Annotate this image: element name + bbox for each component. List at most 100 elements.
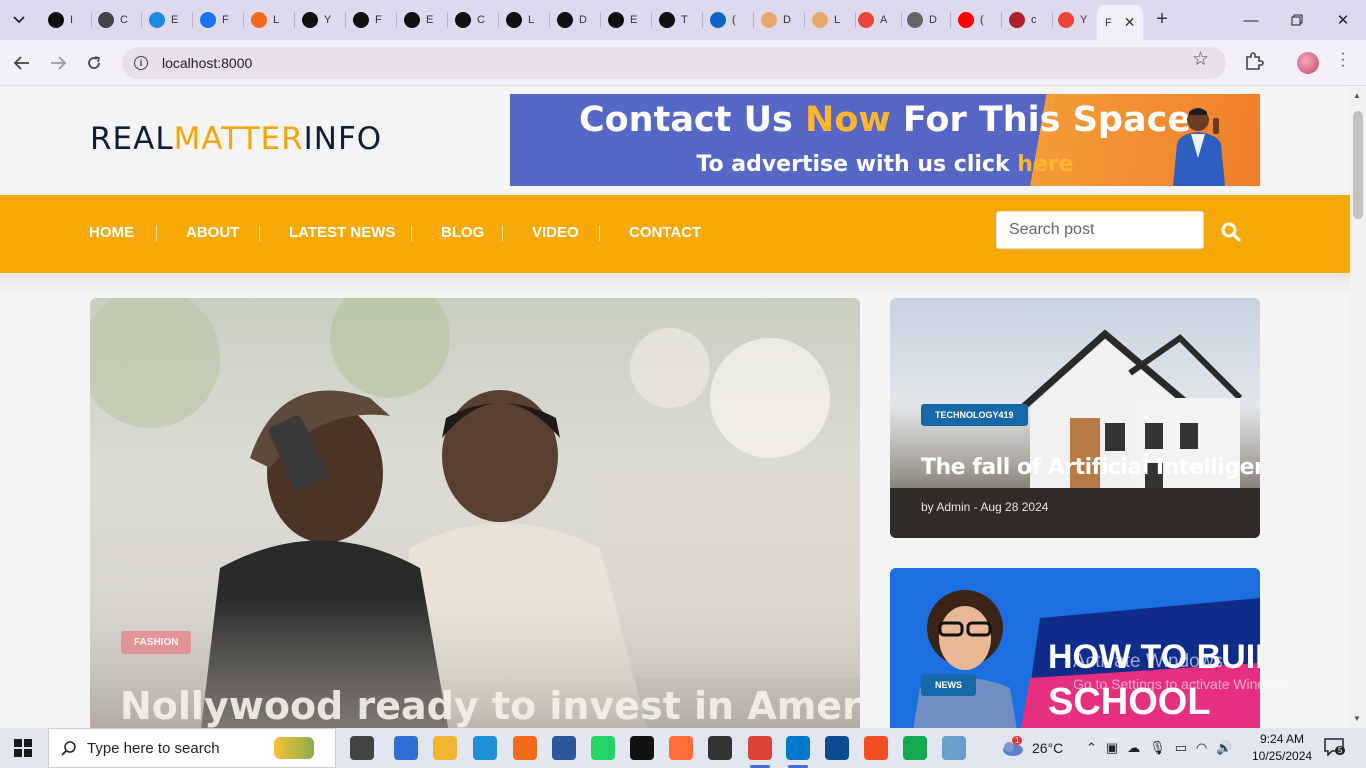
- nav-divider: [502, 225, 503, 241]
- browser-tab[interactable]: F: [347, 8, 397, 32]
- restore-button[interactable]: [1274, 0, 1320, 40]
- tray-battery-icon[interactable]: ▭: [1175, 740, 1187, 756]
- featured-title[interactable]: Nollywood ready to invest in America: [120, 684, 860, 728]
- site-info-icon[interactable]: i: [134, 56, 148, 70]
- windows-start-icon[interactable]: [14, 739, 32, 757]
- browser-tab[interactable]: L: [500, 8, 550, 32]
- file-explorer-icon[interactable]: [433, 736, 457, 760]
- close-tab-icon[interactable]: ✕: [1124, 14, 1136, 31]
- featured-post[interactable]: FASHION Nollywood ready to invest in Ame…: [90, 298, 860, 728]
- logo-part-matter: MATTER: [173, 121, 304, 157]
- obs-icon[interactable]: [708, 736, 732, 760]
- bookmark-star-icon[interactable]: ☆: [1192, 48, 1209, 71]
- nav-contact[interactable]: CONTACT: [629, 224, 701, 241]
- scroll-up-icon[interactable]: ▲: [1353, 91, 1361, 100]
- minimize-button[interactable]: —: [1228, 0, 1274, 40]
- reload-button[interactable]: [80, 49, 108, 77]
- tab-search-button[interactable]: [6, 7, 32, 33]
- nav-video[interactable]: VIDEO: [532, 224, 579, 241]
- tray-wifi-icon[interactable]: ◠: [1196, 740, 1207, 756]
- featured-category-badge[interactable]: FASHION: [121, 631, 192, 654]
- page-scrollbar[interactable]: ▲ ▼: [1350, 87, 1366, 728]
- teamviewer-icon[interactable]: [825, 736, 849, 760]
- xampp-icon[interactable]: [513, 736, 537, 760]
- nav-home[interactable]: HOME: [89, 224, 134, 241]
- browser-tab[interactable]: C: [92, 8, 142, 32]
- task-view-icon[interactable]: [350, 736, 374, 760]
- browser-tab[interactable]: D: [551, 8, 601, 32]
- tray-device-icon[interactable]: ▣: [1106, 740, 1118, 756]
- whatsapp-icon[interactable]: [591, 736, 615, 760]
- tab-title: C: [477, 14, 485, 26]
- tab-title: D: [579, 14, 587, 26]
- browser-tab[interactable]: (: [952, 8, 1002, 32]
- browser-tab[interactable]: L: [245, 8, 295, 32]
- school-promo-image: HOW TO BUILD SCHOOL: [890, 568, 1260, 728]
- close-window-button[interactable]: ✕: [1320, 0, 1366, 40]
- tray-volume-icon[interactable]: 🔊: [1216, 740, 1232, 756]
- browser-tab[interactable]: C: [449, 8, 499, 32]
- taskbar-clock[interactable]: 9:24 AM 10/25/2024: [1252, 731, 1312, 765]
- mongodb-icon[interactable]: [903, 736, 927, 760]
- mail-icon[interactable]: [394, 736, 418, 760]
- browser-tab[interactable]: c: [1003, 8, 1053, 32]
- upwork-icon: [353, 12, 369, 28]
- browser-tab[interactable]: L: [806, 8, 856, 32]
- youtube-icon: [958, 12, 974, 28]
- extensions-puzzle-icon[interactable]: [1244, 51, 1264, 71]
- browser-menu-icon[interactable]: · · ·: [1336, 46, 1350, 74]
- notifications-button[interactable]: 5: [1324, 738, 1346, 761]
- card-title[interactable]: The fall of Artificial Intelligence: [921, 455, 1260, 480]
- nav-blog[interactable]: BLOG: [441, 224, 484, 241]
- tab-title: L: [273, 14, 280, 26]
- browser-tab[interactable]: Y: [296, 8, 346, 32]
- search-icon[interactable]: [1220, 221, 1242, 243]
- browser-tab[interactable]: (: [704, 8, 754, 32]
- tab-title: D: [783, 14, 791, 26]
- browser-tab[interactable]: E: [398, 8, 448, 32]
- browser-tab[interactable]: I: [42, 8, 92, 32]
- scroll-thumb[interactable]: [1353, 111, 1363, 219]
- back-button[interactable]: [8, 49, 36, 77]
- browser-tab[interactable]: T: [653, 8, 703, 32]
- chrome-icon[interactable]: [748, 736, 772, 760]
- browser-tab[interactable]: F: [194, 8, 244, 32]
- weather-widget[interactable]: 1 26°C: [1000, 728, 1063, 768]
- notepad-icon[interactable]: [942, 736, 966, 760]
- nav-divider: [156, 225, 157, 241]
- nav-about[interactable]: ABOUT: [186, 224, 239, 241]
- ad-here-link[interactable]: here: [1017, 152, 1073, 177]
- word-icon[interactable]: [552, 736, 576, 760]
- tab-active[interactable]: F ✕: [1097, 5, 1143, 40]
- advert-banner[interactable]: Contact Us Now For This Space To adverti…: [510, 94, 1260, 186]
- nav-latest-news[interactable]: LATEST NEWS: [289, 224, 395, 241]
- browser-tab[interactable]: A: [852, 8, 902, 32]
- browser-tab[interactable]: Y: [1052, 8, 1102, 32]
- post-card[interactable]: HOW TO BUILD SCHOOL NEWS: [890, 568, 1260, 728]
- tray-cloud-icon[interactable]: ☁: [1127, 740, 1140, 756]
- tab-title: L: [834, 14, 841, 26]
- address-bar[interactable]: i localhost:8000: [122, 47, 1226, 79]
- search-post-input[interactable]: [996, 211, 1204, 249]
- tray-mic-icon[interactable]: 🎙: [1149, 740, 1166, 756]
- vscode-icon[interactable]: [786, 736, 810, 760]
- tray-chevron-icon[interactable]: ⌃: [1086, 740, 1097, 756]
- site-logo[interactable]: REALMATTERINFO: [90, 121, 382, 157]
- post-card[interactable]: TECHNOLOGY419 The fall of Artificial Int…: [890, 298, 1260, 538]
- profile-avatar[interactable]: [1297, 52, 1319, 74]
- browser-tab[interactable]: D: [755, 8, 805, 32]
- browser-tab[interactable]: D: [901, 8, 951, 32]
- browser-tab-strip: I C E F L Y F E C L D E T (D L A D (c Y F ✕ + — ✕: [0, 0, 1366, 40]
- browser-tab[interactable]: E: [602, 8, 652, 32]
- edge-icon[interactable]: [473, 736, 497, 760]
- postman-icon[interactable]: [669, 736, 693, 760]
- forward-button[interactable]: [44, 49, 72, 77]
- scroll-down-icon[interactable]: ▼: [1353, 714, 1361, 723]
- card-category-badge[interactable]: TECHNOLOGY419: [921, 404, 1028, 426]
- taskbar-search-box[interactable]: Type here to search: [48, 728, 336, 768]
- capcut-icon[interactable]: [630, 736, 654, 760]
- new-tab-button[interactable]: +: [1150, 8, 1174, 32]
- card-category-badge[interactable]: NEWS: [921, 674, 976, 696]
- store-icon[interactable]: [864, 736, 888, 760]
- browser-tab[interactable]: E: [143, 8, 193, 32]
